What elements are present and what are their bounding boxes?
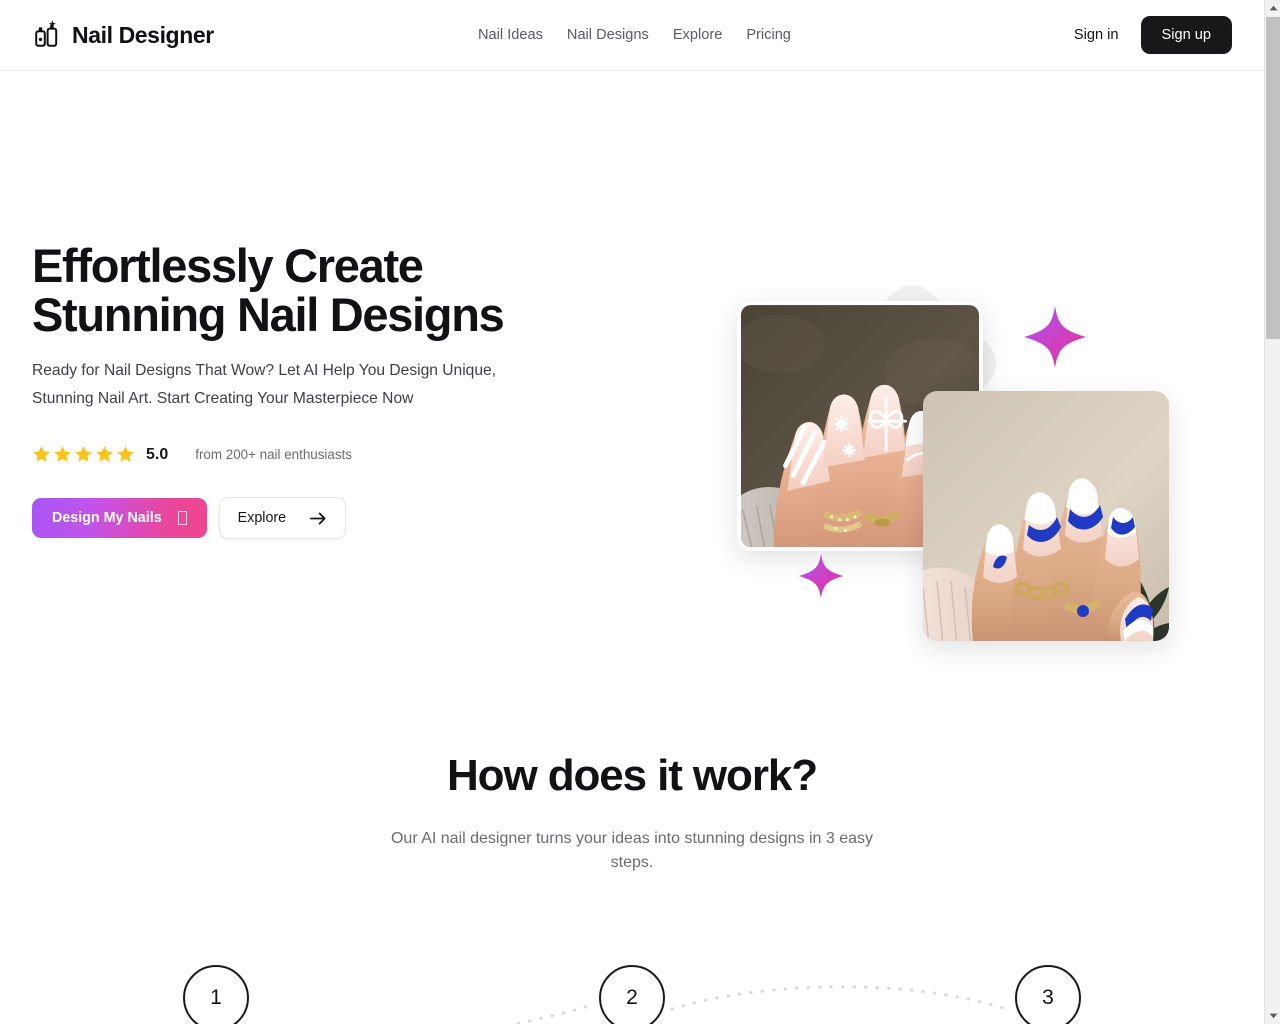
vertical-scrollbar[interactable] [1264, 0, 1280, 1024]
scrollbar-thumb[interactable] [1266, 17, 1280, 339]
hero-copy: Effortlessly Create Stunning Nail Design… [32, 241, 632, 539]
star-icon [33, 446, 50, 462]
arrow-right-icon [310, 511, 327, 526]
star-icon [117, 446, 134, 462]
missing-glyph-icon [177, 511, 187, 525]
nav-item-nail-ideas[interactable]: Nail Ideas [466, 21, 555, 49]
design-my-nails-button[interactable]: Design My Nails [32, 498, 207, 538]
hero-subtitle: Ready for Nail Designs That Wow? Let AI … [32, 362, 497, 407]
hero-photo-nail-art-2 [923, 391, 1169, 641]
how-it-works-steps: 1 2 3 [0, 965, 1264, 1024]
site-header: Nail Designer Nail Ideas Nail Designs Ex… [0, 0, 1264, 71]
star-rating [32, 445, 135, 464]
nav-item-pricing[interactable]: Pricing [734, 21, 803, 49]
design-my-nails-label: Design My Nails [52, 510, 162, 526]
sign-up-button[interactable]: Sign up [1140, 16, 1232, 54]
step-circle-1: 1 [183, 965, 249, 1024]
explore-button[interactable]: Explore [218, 497, 347, 539]
step-circle-3: 3 [1015, 965, 1081, 1024]
hero-artwork [690, 211, 1230, 651]
sign-in-link[interactable]: Sign in [1070, 21, 1123, 49]
how-it-works-section: How does it work? Our AI nail designer t… [0, 751, 1264, 875]
star-icon [75, 446, 92, 462]
nail-polish-bottles-sparkle-icon [30, 18, 64, 52]
hero-cta-row: Design My Nails Explore [32, 497, 632, 539]
hero-section: Effortlessly Create Stunning Nail Design… [0, 71, 1264, 751]
page-root: Nail Designer Nail Ideas Nail Designs Ex… [0, 0, 1280, 1024]
rating-caption: from 200+ nail enthusiasts [195, 447, 352, 462]
nav-item-explore[interactable]: Explore [661, 21, 734, 49]
rating-score: 5.0 [146, 445, 169, 463]
four-point-star-icon [798, 553, 844, 599]
scroll-down-button[interactable] [1265, 1008, 1280, 1024]
scroll-up-button[interactable] [1265, 0, 1280, 16]
star-icon [96, 446, 113, 462]
star-icon [54, 446, 71, 462]
four-point-star-icon [1023, 305, 1087, 369]
brand-logo[interactable]: Nail Designer [30, 18, 214, 52]
triangle-down-icon [1269, 1013, 1277, 1019]
triangle-up-icon [1269, 5, 1277, 11]
step-circle-2: 2 [599, 965, 665, 1024]
brand-name: Nail Designer [72, 21, 214, 48]
header-actions: Sign in Sign up [1070, 16, 1232, 54]
explore-label: Explore [237, 510, 287, 526]
nav-item-nail-designs[interactable]: Nail Designs [555, 21, 661, 49]
how-it-works-subtitle: Our AI nail designer turns your ideas in… [390, 830, 874, 871]
main-nav: Nail Ideas Nail Designs Explore Pricing [466, 21, 803, 49]
rating-row: 5.0 from 200+ nail enthusiasts [32, 445, 632, 464]
how-it-works-title: How does it work? [447, 751, 818, 800]
hero-title: Effortlessly Create Stunning Nail Design… [32, 239, 505, 341]
